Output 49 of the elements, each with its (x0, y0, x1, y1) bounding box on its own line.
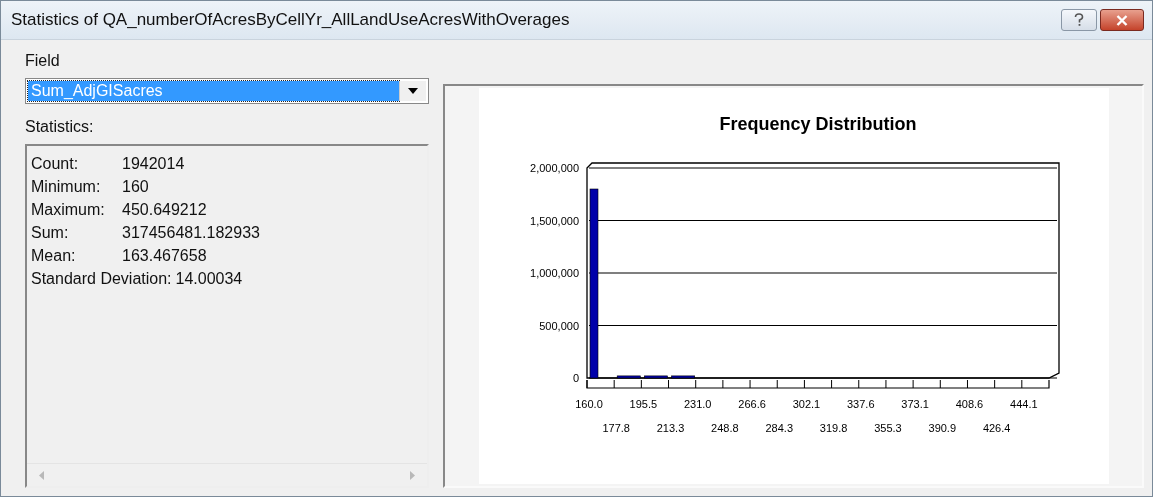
x-tick-label: 355.3 (873, 422, 902, 434)
histogram-bar (643, 375, 668, 379)
statistic-value: 14.00034 (175, 269, 243, 289)
statistic-name: Count: (31, 154, 80, 174)
statistic-name: Standard Deviation: (31, 269, 172, 289)
statistic-value: 450.649212 (122, 200, 207, 220)
statistic-name: Maximum: (31, 200, 106, 220)
statistic-name: Sum: (31, 223, 70, 243)
help-icon (1073, 13, 1085, 27)
x-tick-label: 160.0 (574, 398, 603, 410)
close-icon (1116, 14, 1128, 26)
x-tick-label: 319.8 (819, 422, 847, 434)
statistic-name: Minimum: (31, 177, 102, 197)
x-tick-label: 231.0 (683, 398, 711, 410)
x-tick-label: 266.6 (737, 398, 766, 410)
statistic-value: 317456481.182933 (122, 223, 260, 243)
x-tick-label: 195.5 (629, 398, 657, 410)
close-button[interactable] (1100, 9, 1144, 31)
x-tick-label: 390.9 (928, 422, 956, 434)
x-tick-label: 444.1 (1009, 398, 1038, 410)
field-label: Field (25, 52, 61, 70)
x-tick-label: 426.4 (982, 422, 1010, 434)
field-dropdown[interactable]: Sum_AdjGISacres (25, 78, 429, 104)
x-tick-label: 337.6 (846, 398, 875, 410)
x-tick-label: 284.3 (764, 422, 793, 434)
x-tick-label: 177.8 (601, 422, 630, 434)
y-tick-label: 0 (572, 372, 579, 384)
y-tick-label: 1,000,000 (529, 267, 579, 279)
statistic-value: 160 (122, 177, 149, 197)
dropdown-value: Sum_AdjGISacres (28, 81, 399, 101)
statistic-value: 1942014 (122, 154, 185, 174)
statistics-label: Statistics: (25, 118, 95, 136)
chart-title: Frequency Distribution (719, 114, 916, 134)
y-tick-label: 1,500,000 (529, 214, 579, 227)
y-tick-label: 2,000,000 (529, 162, 579, 174)
x-tick-label: 408.6 (955, 398, 983, 410)
statistic-value: 163.467658 (122, 246, 207, 266)
dropdown-arrow-button[interactable] (399, 81, 426, 101)
histogram-bar (616, 375, 641, 379)
x-tick-label: 302.1 (792, 398, 820, 410)
window-title: Statistics of QA_numberOfAcresByCellYr_AllLandUseAcresWithOverages (11, 10, 570, 30)
y-tick-label: 500,000 (538, 319, 579, 332)
caret-icon (408, 88, 418, 94)
help-button[interactable] (1061, 9, 1097, 31)
histogram-bar (670, 375, 695, 379)
statistic-name: Mean: (31, 246, 77, 266)
x-tick-label: 213.3 (656, 422, 684, 434)
x-tick-label: 373.1 (900, 398, 929, 410)
x-tick-label: 248.8 (710, 422, 739, 434)
